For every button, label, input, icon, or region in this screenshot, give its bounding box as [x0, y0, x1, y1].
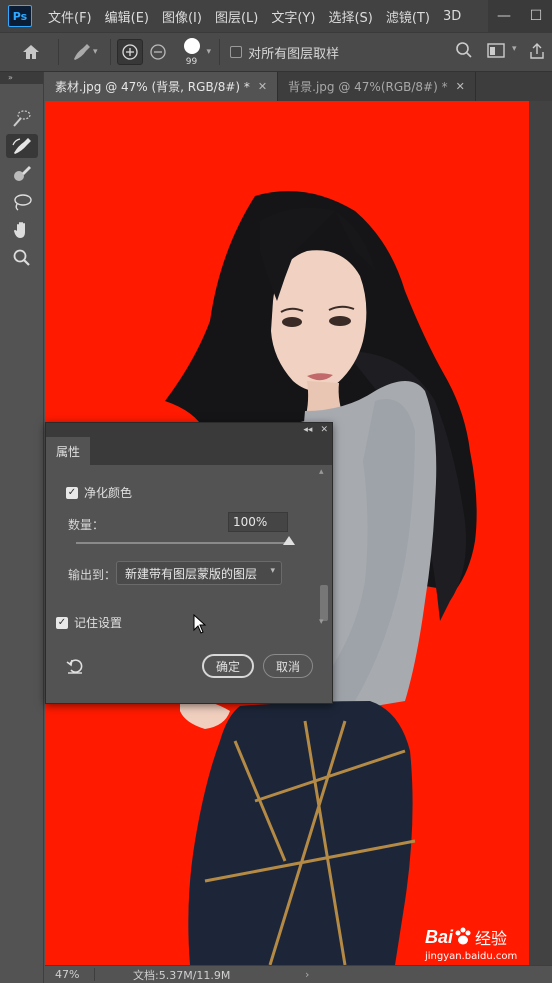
- decontaminate-label: 净化颜色: [84, 486, 133, 500]
- output-to-select[interactable]: 新建带有图层蒙版的图层 ▾: [116, 561, 282, 585]
- amount-input[interactable]: 100%: [228, 512, 288, 532]
- properties-panel: ◂◂ ✕ 属性 ✓ 净化颜色 数量： 100% 输出到： 新建带有图层蒙版的图层…: [45, 422, 333, 704]
- zoom-level[interactable]: 47%: [45, 968, 95, 981]
- chevron-down-icon[interactable]: ▾: [93, 47, 98, 57]
- brush-tool-icon[interactable]: [6, 162, 38, 186]
- output-to-value: 新建带有图层蒙版的图层: [125, 566, 258, 581]
- ok-button[interactable]: 确定: [202, 654, 255, 678]
- reset-icon[interactable]: [66, 658, 84, 677]
- decontaminate-colors-row[interactable]: ✓ 净化颜色: [66, 484, 132, 501]
- search-icon[interactable]: [455, 41, 473, 63]
- lasso-tool-icon[interactable]: [6, 190, 38, 214]
- menu-3d[interactable]: 3D: [443, 9, 461, 24]
- window-controls: — ☐: [488, 0, 552, 32]
- paw-icon: [455, 927, 471, 945]
- menu-layer[interactable]: 图层(L): [215, 7, 258, 26]
- remember-settings-row[interactable]: ✓ 记住设置: [56, 614, 122, 631]
- options-bar: ▾ 99 ▾ 对所有图层取样 ▾: [0, 32, 552, 72]
- amount-slider-thumb[interactable]: [283, 536, 295, 545]
- quick-selection-tool-icon[interactable]: [6, 106, 38, 130]
- menu-bar: Ps 文件(F) 编辑(E) 图像(I) 图层(L) 文字(Y) 选择(S) 滤…: [0, 0, 552, 32]
- close-icon[interactable]: ✕: [320, 425, 328, 435]
- amount-slider-track[interactable]: [76, 542, 291, 544]
- scroll-down-icon[interactable]: ▾: [319, 617, 324, 627]
- tab-document-2[interactable]: 背景.jpg @ 47%(RGB/8#) * ✕: [278, 72, 476, 101]
- zoom-tool-icon[interactable]: [6, 246, 38, 270]
- close-icon[interactable]: ✕: [258, 80, 267, 93]
- vertical-scrollbar[interactable]: [529, 101, 552, 965]
- amount-label: 数量：: [68, 518, 105, 532]
- tab-properties[interactable]: 属性: [46, 437, 91, 465]
- chevron-down-icon: ▾: [270, 566, 275, 576]
- panel-header: ◂◂ ✕: [46, 423, 332, 437]
- remember-settings-label: 记住设置: [74, 616, 123, 630]
- home-icon[interactable]: [18, 39, 44, 65]
- maximize-icon[interactable]: ☐: [520, 0, 552, 32]
- document-tabs: 素材.jpg @ 47% (背景, RGB/8#) * ✕ 背景.jpg @ 4…: [45, 72, 552, 101]
- mouse-cursor-icon: [193, 613, 207, 637]
- menu-filter[interactable]: 滤镜(T): [386, 7, 430, 26]
- share-icon[interactable]: [528, 42, 546, 64]
- collapse-toolbar-icon[interactable]: »: [0, 72, 43, 84]
- erase-refinements-icon[interactable]: [145, 39, 171, 65]
- brush-size-picker[interactable]: 99: [179, 35, 205, 69]
- remember-settings-checkbox[interactable]: ✓: [56, 616, 68, 629]
- sample-all-layers-label: 对所有图层取样: [248, 46, 340, 62]
- tab-document-1[interactable]: 素材.jpg @ 47% (背景, RGB/8#) * ✕: [45, 72, 279, 101]
- brush-preset-icon[interactable]: [69, 39, 95, 65]
- minimize-icon[interactable]: —: [488, 0, 520, 32]
- chevron-down-icon[interactable]: ▾: [207, 47, 212, 57]
- close-icon[interactable]: ✕: [456, 80, 465, 93]
- expand-detection-icon[interactable]: [116, 39, 143, 65]
- chevron-down-icon[interactable]: ▾: [512, 44, 517, 54]
- brush-size-value: 99: [185, 57, 198, 67]
- collapse-panel-icon[interactable]: ◂◂: [303, 425, 312, 435]
- menu-edit[interactable]: 编辑(E): [105, 7, 149, 26]
- panel-scrollbar[interactable]: ▴ ▾: [318, 465, 330, 655]
- photoshop-logo: Ps: [8, 5, 32, 27]
- watermark-brand-suffix: 经验: [475, 931, 508, 948]
- refine-edge-brush-icon[interactable]: [6, 134, 38, 158]
- scroll-up-icon[interactable]: ▴: [319, 467, 324, 477]
- baidu-jingyan-watermark: Bai 经验 jingyan.baidu.com: [425, 925, 525, 969]
- tab-label: 素材.jpg @ 47% (背景, RGB/8#) *: [55, 80, 250, 94]
- watermark-brand: Bai: [425, 926, 454, 947]
- decontaminate-checkbox[interactable]: ✓: [66, 486, 78, 499]
- output-to-label: 输出到：: [68, 568, 117, 582]
- workspace-icon[interactable]: [487, 43, 505, 62]
- scroll-thumb[interactable]: [320, 585, 328, 621]
- menu-select[interactable]: 选择(S): [328, 7, 372, 26]
- hand-tool-icon[interactable]: [6, 218, 38, 242]
- cancel-button[interactable]: 取消: [263, 654, 314, 678]
- tab-label: 背景.jpg @ 47%(RGB/8#) *: [288, 80, 448, 94]
- watermark-url: jingyan.baidu.com: [425, 951, 518, 962]
- chevron-right-icon[interactable]: ›: [305, 968, 309, 981]
- menu-file[interactable]: 文件(F): [48, 7, 92, 26]
- sample-all-layers-checkbox[interactable]: [230, 46, 243, 58]
- panel-tab-strip: 属性: [46, 437, 332, 465]
- tools-panel: »: [0, 72, 44, 983]
- menu-type[interactable]: 文字(Y): [271, 7, 315, 26]
- brush-tip-icon: [183, 38, 200, 54]
- document-size: 文档:5.37M/11.9M: [133, 968, 231, 982]
- menu-image[interactable]: 图像(I): [162, 7, 202, 26]
